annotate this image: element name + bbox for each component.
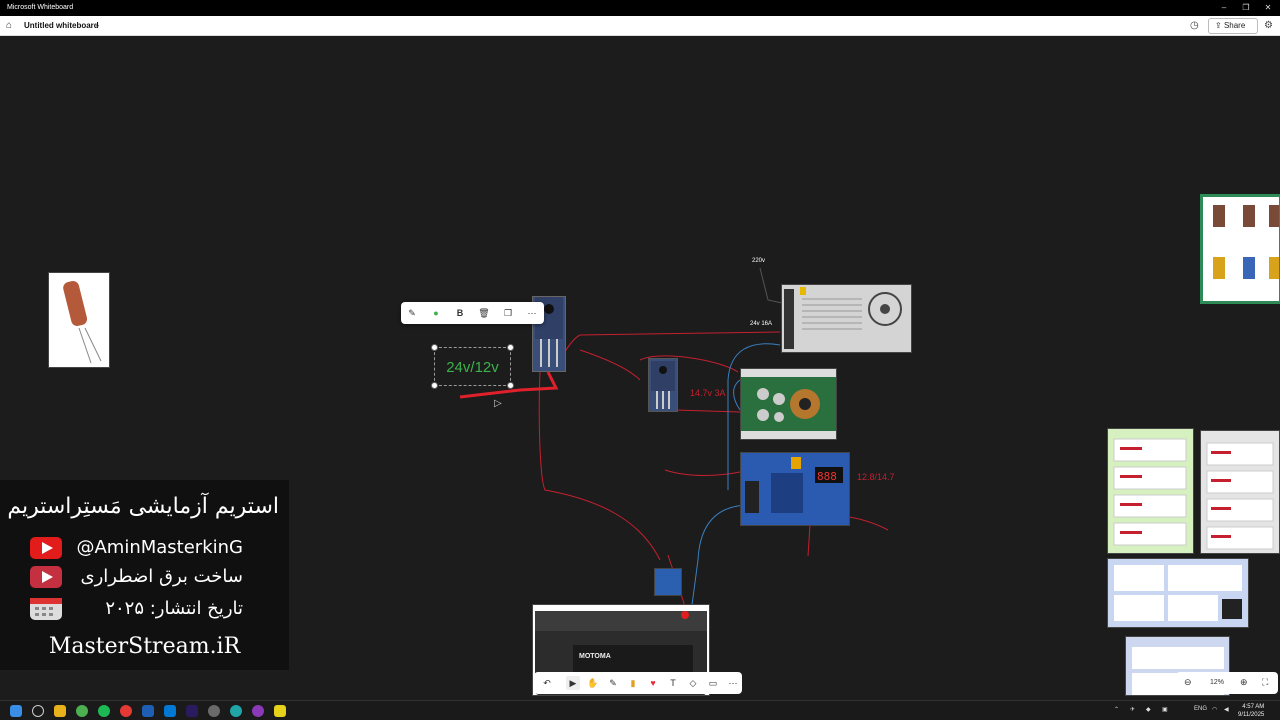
capacitor-image[interactable] <box>48 272 110 368</box>
overlay-site: MasterStream.iR <box>48 634 241 659</box>
label-12-8-14-7: 12.8/14.7 <box>857 472 895 482</box>
chrome-icon[interactable] <box>76 705 88 717</box>
red-wire <box>664 469 741 476</box>
power-supply-drawing <box>782 285 911 352</box>
reaction-heart-icon[interactable]: ♥ <box>646 676 660 690</box>
green-board-list <box>1113 438 1187 546</box>
volume-icon[interactable]: ◀ <box>1224 706 1229 713</box>
hand-icon[interactable]: ✋ <box>586 676 600 690</box>
taskbar: ⌃ ✈ ◆ ▣ ENG ◠ ◀ 4:57 AM 9/11/2025 <box>0 700 1280 720</box>
edge-icon[interactable] <box>230 705 242 717</box>
small-module-image[interactable] <box>654 568 682 596</box>
spotify-icon[interactable] <box>98 705 110 717</box>
power-supply-image[interactable] <box>781 284 912 353</box>
premiere-icon[interactable] <box>186 705 198 717</box>
bold-icon[interactable]: B <box>453 306 467 320</box>
svg-text:888: 888 <box>817 470 837 483</box>
red-wire <box>674 409 741 413</box>
clock-time: 4:57 AM <box>1242 704 1265 710</box>
undo-icon[interactable]: ↶ <box>540 676 554 690</box>
keyboard-language[interactable]: ENG <box>1194 706 1207 712</box>
text-icon[interactable]: T <box>666 676 680 690</box>
capacitor-drawing <box>63 280 102 364</box>
selected-text-box[interactable]: 24v/12v <box>434 347 511 386</box>
whiteboard-app-icon[interactable] <box>142 705 154 717</box>
red-wire <box>807 524 811 557</box>
overlay-headline: استریم آزمایشی مَستِراستریم <box>7 494 279 519</box>
zoom-level[interactable]: 12% <box>1210 679 1224 686</box>
app-icon[interactable] <box>164 705 176 717</box>
zoom-in-icon[interactable]: ⊕ <box>1240 677 1248 688</box>
pen-tool-icon[interactable]: ✎ <box>606 676 620 690</box>
multimeter-grid <box>1213 205 1279 279</box>
buck-converter-image[interactable] <box>740 368 837 440</box>
file-explorer-icon[interactable] <box>54 705 66 717</box>
app-icon-3[interactable] <box>252 705 264 717</box>
charge-controller-drawing: 888 <box>741 453 849 525</box>
pen-icon[interactable]: ✎ <box>405 306 419 320</box>
search-icon[interactable] <box>32 705 44 717</box>
clock[interactable]: 4:57 AM 9/11/2025 <box>1238 703 1264 719</box>
stream-overlay: استریم آزمایشی مَستِراستریم @AminMasterk… <box>0 480 289 670</box>
tray-app-icon-2[interactable]: ▣ <box>1162 706 1168 713</box>
bottom-toolbar: ↶ ▶ ✋ ✎ ▮ ♥ T ◇ ▭ ⋯ <box>534 672 742 694</box>
red-wire <box>538 371 661 561</box>
label-14-7v-3a: 14.7v 3A <box>690 388 726 398</box>
more-icon[interactable]: ⋯ <box>525 306 539 320</box>
thumbnail-charger-modules-grey[interactable] <box>1200 430 1280 554</box>
label-24v16a: 24v 16A <box>750 321 773 327</box>
color-dot-icon[interactable]: ● <box>429 306 443 320</box>
battery-brand: MOTOMA <box>579 653 611 660</box>
sticky-notes-icon[interactable] <box>274 705 286 717</box>
mouse-cursor-icon: ▷ <box>494 398 502 409</box>
highlighter-icon[interactable]: ▮ <box>626 676 640 690</box>
zoom-out-icon[interactable]: ⊖ <box>1184 677 1192 688</box>
select-icon[interactable]: ▶ <box>566 676 580 690</box>
grey-board-list <box>1206 442 1274 550</box>
calendar-icon <box>30 598 62 620</box>
zoom-control: ⊖ 12% ⊕ ⛶ <box>1176 672 1278 694</box>
clock-date: 9/11/2025 <box>1238 712 1265 718</box>
shapes-icon[interactable]: ◇ <box>686 676 700 690</box>
mosfet-image-2[interactable] <box>648 358 678 412</box>
wire-220v <box>759 267 783 304</box>
overlay-youtube-handle: @AminMasterkinG <box>76 537 243 558</box>
wifi-icon[interactable]: ◠ <box>1212 706 1217 713</box>
telegram-icon[interactable]: ✈ <box>1130 706 1135 713</box>
overlay-date: تاریخ انتشار: ۲۰۲۵ <box>105 598 243 619</box>
red-wire <box>579 349 641 381</box>
label-220v: 220v <box>752 258 766 264</box>
resize-handle[interactable] <box>507 344 514 351</box>
thumbnail-multimeters[interactable] <box>1200 194 1280 304</box>
more-tools-icon[interactable]: ⋯ <box>726 676 740 690</box>
app-icon-2[interactable] <box>208 705 220 717</box>
buck-converter-drawing <box>741 369 836 439</box>
tray-app-icon[interactable]: ◆ <box>1146 706 1151 713</box>
thumbnail-charger-modules-green[interactable] <box>1107 428 1194 554</box>
overlay-topic: ساخت برق اضطراری <box>80 566 243 587</box>
selection-toolbar: ✎ ● B 🗑 ❐ ⋯ <box>401 302 544 324</box>
diode-grid <box>1114 565 1242 621</box>
thumbnail-diodes[interactable] <box>1107 558 1249 628</box>
resize-handle[interactable] <box>507 382 514 389</box>
mosfet-drawing-2 <box>651 361 675 409</box>
start-icon[interactable] <box>10 705 22 717</box>
delete-icon[interactable]: 🗑 <box>477 306 491 320</box>
note-icon[interactable]: ▭ <box>706 676 720 690</box>
resize-handle[interactable] <box>431 344 438 351</box>
fit-screen-icon[interactable]: ⛶ <box>1262 677 1268 688</box>
browser-icon[interactable] <box>120 705 132 717</box>
tray-chevron-icon[interactable]: ⌃ <box>1114 706 1119 713</box>
resize-handle[interactable] <box>431 382 438 389</box>
youtube-icon <box>30 537 62 559</box>
video-play-icon <box>30 566 62 588</box>
copy-icon[interactable]: ❐ <box>501 306 515 320</box>
charge-controller-image[interactable]: 888 <box>740 452 850 526</box>
